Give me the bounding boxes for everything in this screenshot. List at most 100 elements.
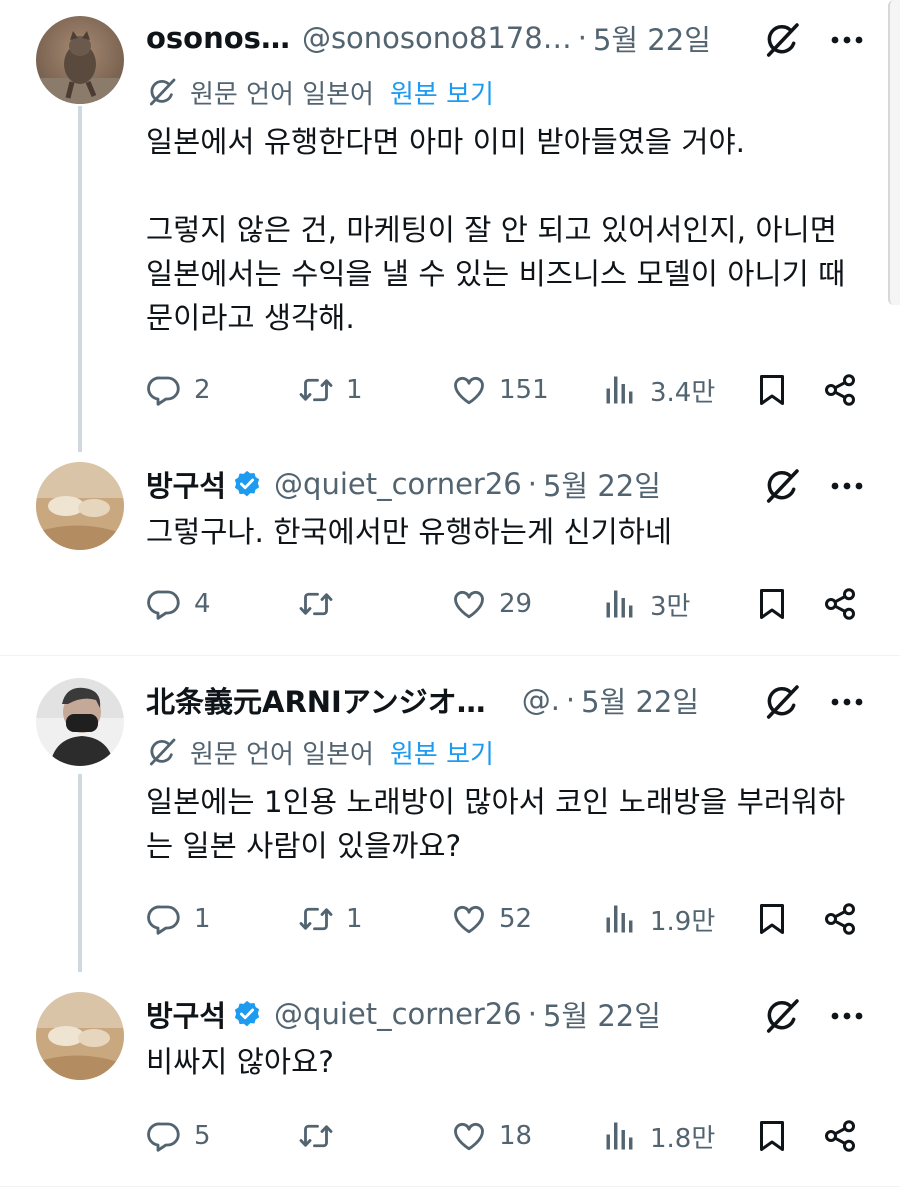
view-count: 3.4만: [650, 377, 716, 408]
post-time[interactable]: 5월 22일: [581, 679, 699, 721]
author-name[interactable]: osonos…: [146, 21, 290, 55]
share-button[interactable]: [822, 582, 870, 626]
bookmark-icon: [754, 901, 790, 937]
heart-icon: [451, 586, 487, 622]
share-icon: [822, 1118, 858, 1154]
views-icon: [602, 586, 638, 622]
post-paragraph: 그렇지 않은 건, 마케팅이 잘 안 되고 있어서인지, 아니면 일본에서는 수…: [146, 213, 846, 335]
like-button[interactable]: 29: [451, 582, 532, 626]
thread-divider: [0, 655, 900, 656]
repost-button[interactable]: 1: [298, 368, 363, 412]
action-bar: 1 1 52 1.9만: [146, 897, 870, 941]
post-header: 北条義元ARNIアンジオ… @. · 5월 22일: [146, 680, 750, 720]
heart-icon: [451, 901, 487, 937]
more-icon[interactable]: [830, 35, 864, 45]
post-3[interactable]: 北条義元ARNIアンジオ… @. · 5월 22일 원문 언어 일본어 원본 보…: [0, 668, 900, 972]
reply-icon: [146, 372, 182, 408]
post-paragraph: 일본에는 1인용 노래방이 많아서 코인 노래방을 부러워하는 일본 사람이 있…: [146, 785, 846, 863]
bookmark-button[interactable]: [754, 368, 802, 412]
separator-dot: ·: [527, 997, 537, 1031]
views-button[interactable]: 3만: [602, 582, 690, 626]
thread-line: [78, 106, 82, 452]
views-button[interactable]: 3.4만: [602, 368, 715, 412]
repost-button[interactable]: [298, 582, 346, 626]
share-icon: [822, 901, 858, 937]
show-original-link[interactable]: 원본 보기: [390, 734, 494, 771]
reply-button[interactable]: 2: [146, 368, 211, 412]
repost-icon: [298, 901, 334, 937]
views-icon: [602, 372, 638, 408]
post-2[interactable]: 방구석 @quiet_corner26 · 5월 22일 그렇구나. 한국에서만…: [0, 452, 900, 652]
reply-icon: [146, 901, 182, 937]
repost-icon: [298, 372, 334, 408]
post-time[interactable]: 5월 22일: [543, 463, 661, 505]
separator-dot: ·: [577, 21, 587, 55]
like-count: 151: [499, 375, 549, 405]
post-time[interactable]: 5월 22일: [543, 993, 661, 1035]
post-paragraph: 비싸지 않아요?: [146, 1045, 334, 1079]
like-count: 29: [499, 589, 533, 619]
source-language: 원문 언어 일본어: [190, 79, 374, 110]
more-icon[interactable]: [830, 1011, 864, 1021]
reply-button[interactable]: 5: [146, 1114, 211, 1158]
bookmark-button[interactable]: [754, 1114, 802, 1158]
author-name[interactable]: 방구석: [146, 993, 226, 1035]
views-button[interactable]: 1.9만: [602, 897, 715, 941]
repost-button[interactable]: [298, 1114, 346, 1158]
share-button[interactable]: [822, 897, 870, 941]
bedroom-avatar[interactable]: [36, 992, 124, 1080]
action-bar: 2 1 151 3.4만: [146, 368, 870, 412]
reply-button[interactable]: 1: [146, 897, 211, 941]
share-button[interactable]: [822, 1114, 870, 1158]
author-name[interactable]: 방구석: [146, 463, 226, 505]
view-count: 1.8만: [650, 1123, 716, 1154]
show-original-link[interactable]: 원본 보기: [390, 74, 494, 111]
author-name[interactable]: 北条義元ARNIアンジオ…: [146, 679, 486, 721]
bedroom-avatar[interactable]: [36, 462, 124, 550]
repost-icon: [298, 1118, 334, 1154]
grok-icon[interactable]: [762, 682, 802, 722]
bookmark-button[interactable]: [754, 897, 802, 941]
views-icon: [602, 1118, 638, 1154]
like-button[interactable]: 151: [451, 368, 549, 412]
masked-person-avatar[interactable]: [36, 678, 124, 766]
post-4[interactable]: 방구석 @quiet_corner26 · 5월 22일 비싸지 않아요? 5 …: [0, 984, 900, 1184]
repost-count: 1: [346, 375, 363, 405]
bookmark-icon: [754, 1118, 790, 1154]
author-handle[interactable]: @quiet_corner26: [274, 467, 522, 501]
bookmark-button[interactable]: [754, 582, 802, 626]
verified-badge-icon: [232, 469, 262, 499]
reply-button[interactable]: 4: [146, 582, 211, 626]
post-paragraph: 그렇구나. 한국에서만 유행하는게 신기하네: [146, 515, 673, 549]
reply-icon: [146, 586, 182, 622]
more-icon[interactable]: [830, 481, 864, 491]
cat-avatar[interactable]: [36, 16, 124, 104]
share-icon: [822, 586, 858, 622]
author-handle[interactable]: @sonosono8178…: [302, 21, 572, 55]
grok-icon[interactable]: [762, 20, 802, 60]
grok-icon[interactable]: [762, 466, 802, 506]
like-button[interactable]: 18: [451, 1114, 532, 1158]
author-handle[interactable]: @quiet_corner26: [274, 997, 522, 1031]
author-handle[interactable]: @.: [522, 683, 560, 717]
views-button[interactable]: 1.8만: [602, 1114, 715, 1158]
heart-icon: [451, 372, 487, 408]
thread-divider: [0, 1186, 900, 1187]
post-time[interactable]: 5월 22일: [593, 17, 711, 59]
like-button[interactable]: 52: [451, 897, 532, 941]
post-paragraph: 일본에서 유행한다면 아마 이미 받아들였을 거야.: [146, 125, 746, 159]
like-count: 18: [499, 1121, 533, 1151]
share-button[interactable]: [822, 368, 870, 412]
thread-line: [78, 774, 82, 972]
separator-dot: ·: [565, 683, 576, 717]
share-icon: [822, 372, 858, 408]
translation-notice: 원문 언어 일본어 원본 보기: [146, 72, 494, 112]
views-icon: [602, 901, 638, 937]
view-count: 1.9만: [650, 906, 716, 937]
post-text: 그렇구나. 한국에서만 유행하는게 신기하네: [146, 510, 870, 554]
repost-button[interactable]: 1: [298, 897, 363, 941]
more-icon[interactable]: [830, 697, 864, 707]
post-1[interactable]: osonos… @sonosono8178… · 5월 22일 원문 언어 일본…: [0, 0, 900, 452]
grok-icon[interactable]: [762, 996, 802, 1036]
grok-icon: [146, 736, 178, 768]
